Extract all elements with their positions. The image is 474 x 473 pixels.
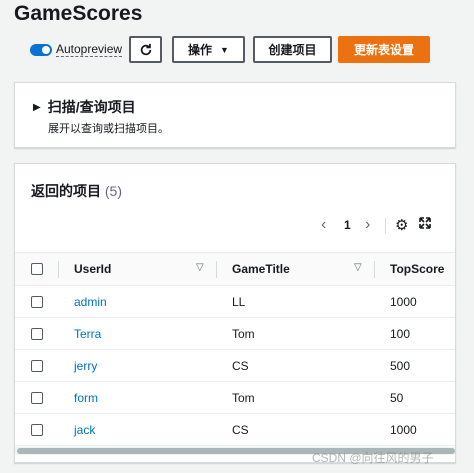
row-checkbox[interactable] (31, 360, 43, 372)
sort-icon[interactable]: ▽ (354, 262, 362, 273)
table-row[interactable]: Terra Tom 100 (15, 318, 455, 350)
results-heading: 返回的项目 (5) (31, 181, 122, 201)
create-item-button[interactable]: 创建项目 (253, 36, 332, 63)
gametitle-cell: Tom (232, 391, 255, 405)
scan-query-title: 扫描/查询项目 (47, 99, 136, 115)
column-divider[interactable] (216, 261, 217, 278)
row-checkbox[interactable] (31, 328, 43, 340)
fullscreen-glyph (419, 217, 431, 229)
row-select-cell (31, 350, 43, 382)
results-title: 返回的项目 (31, 183, 101, 199)
column-label: GameTitle (232, 262, 290, 276)
update-table-settings-button[interactable]: 更新表设置 (338, 36, 430, 63)
topscore-cell: 100 (390, 327, 411, 341)
autopreview-toggle[interactable]: Autopreview (30, 36, 123, 63)
gametitle-cell: CS (232, 423, 249, 437)
row-checkbox[interactable] (31, 296, 43, 308)
column-header-topscore[interactable]: TopScore (390, 253, 444, 285)
toggle-switch[interactable] (30, 43, 52, 56)
column-divider[interactable] (58, 261, 59, 278)
table-row[interactable]: form Tom 50 (15, 382, 455, 414)
fullscreen-icon[interactable] (419, 216, 431, 232)
update-table-settings-label: 更新表设置 (353, 43, 414, 57)
autopreview-label: Autopreview (56, 42, 123, 57)
gametitle-cell: LL (232, 295, 246, 309)
row-select-cell (31, 414, 43, 446)
table-row[interactable]: jack CS 1000 (15, 414, 455, 446)
sort-icon[interactable]: ▽ (196, 262, 204, 273)
select-all-cell (31, 253, 43, 285)
actions-dropdown-button[interactable]: 操作 ▼ (172, 36, 245, 63)
watermark: CSDN @向往风的男子 (312, 451, 434, 465)
create-item-label: 创建项目 (268, 43, 317, 57)
caret-down-icon: ▼ (220, 44, 229, 55)
results-panel: 返回的项目 (5) ‹ 1 › ⚙ UserId ▽ GameTitle ▽ T… (14, 163, 456, 463)
topscore-cell: 500 (390, 359, 411, 373)
userid-link[interactable]: jerry (74, 350, 97, 382)
topscore-cell: 50 (390, 391, 404, 405)
scan-query-header[interactable]: ▶ 扫描/查询项目 (33, 97, 136, 117)
userid-link[interactable]: Terra (74, 318, 101, 350)
userid-link[interactable]: form (74, 382, 98, 414)
gametitle-cell: CS (232, 359, 249, 373)
refresh-icon (140, 43, 151, 55)
refresh-button[interactable] (129, 36, 162, 63)
column-label: TopScore (390, 262, 445, 276)
column-header-gametitle[interactable]: GameTitle (232, 253, 290, 285)
scan-query-panel: ▶ 扫描/查询项目 展开以查询或扫描项目。 (14, 82, 456, 148)
table-row[interactable]: jerry CS 500 (15, 350, 455, 382)
chevron-left-icon[interactable]: ‹ (321, 216, 326, 234)
gametitle-cell: Tom (232, 327, 255, 341)
gear-icon[interactable]: ⚙ (395, 216, 408, 234)
page-number[interactable]: 1 (344, 218, 351, 232)
userid-link[interactable]: jack (74, 414, 95, 446)
page-title: GameScores (14, 2, 143, 25)
column-header-userid[interactable]: UserId (74, 253, 111, 285)
select-all-checkbox[interactable] (31, 263, 43, 275)
row-checkbox[interactable] (31, 424, 43, 436)
pagination-divider (385, 218, 386, 234)
actions-label: 操作 (188, 43, 213, 57)
chevron-right-icon[interactable]: › (365, 216, 370, 234)
topscore-cell: 1000 (390, 423, 417, 437)
row-select-cell (31, 318, 43, 350)
pagination: ‹ 1 › ⚙ (15, 216, 455, 236)
row-checkbox[interactable] (31, 392, 43, 404)
caret-right-icon[interactable]: ▶ (33, 102, 41, 113)
column-divider[interactable] (374, 261, 375, 278)
dynamodb-items-page: GameScores Autopreview 操作 ▼ 创建项目 更新表设置 ▶… (0, 0, 474, 473)
table-row[interactable]: admin LL 1000 (15, 286, 455, 318)
column-label: UserId (74, 262, 112, 276)
results-count: (5) (104, 183, 123, 199)
topscore-cell: 1000 (390, 295, 417, 309)
scan-query-description: 展开以查询或扫描项目。 (48, 123, 169, 135)
row-select-cell (31, 382, 43, 414)
userid-link[interactable]: admin (74, 286, 107, 318)
table-header: UserId ▽ GameTitle ▽ TopScore (15, 252, 455, 286)
row-select-cell (31, 286, 43, 318)
